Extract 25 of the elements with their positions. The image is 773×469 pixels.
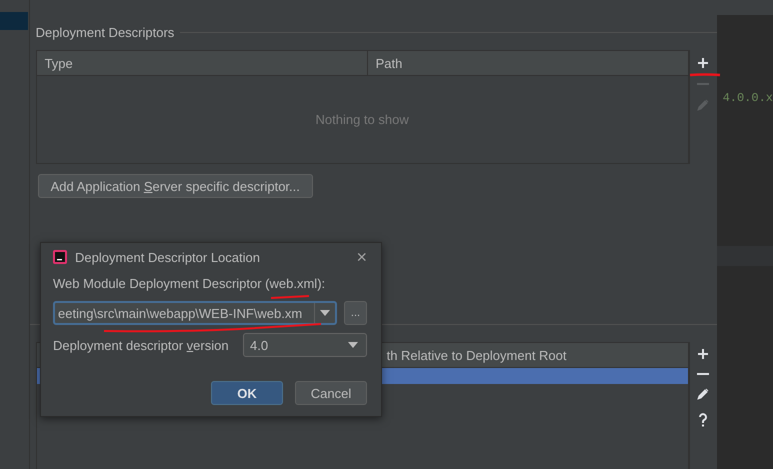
annotation-underline — [270, 295, 310, 299]
annotation-underline — [690, 73, 720, 76]
cancel-button[interactable]: Cancel — [295, 381, 367, 405]
browse-button[interactable]: ... — [344, 301, 367, 325]
add-icon[interactable] — [697, 57, 710, 69]
help-icon[interactable] — [698, 413, 708, 427]
section-title: Deployment Descriptors — [36, 24, 174, 40]
field-label: Web Module Deployment Descriptor (web.xml): — [53, 276, 326, 291]
column-header[interactable]: th Relative to Deployment Root — [386, 348, 567, 362]
sidebar-selection — [0, 12, 28, 30]
column-header[interactable]: Path — [368, 51, 688, 75]
version-dropdown[interactable]: 4.0 — [243, 333, 367, 357]
dialog-title: Deployment Descriptor Location — [75, 250, 261, 264]
empty-message: Nothing to show — [315, 112, 409, 127]
column-header[interactable]: Type — [36, 51, 368, 75]
dropdown-icon[interactable] — [348, 342, 358, 348]
field-label: Deployment descriptor version — [53, 338, 230, 352]
add-descriptor-button[interactable]: Add Application Server specific descriptor... — [38, 174, 313, 198]
path-combo-field[interactable]: eeting\src\main\webapp\WEB-INF\web.xm — [53, 301, 337, 325]
add-icon[interactable] — [697, 348, 710, 360]
code-text: 4.0.0.x — [722, 91, 773, 105]
close-icon[interactable]: × — [356, 248, 367, 266]
ok-button[interactable]: OK — [211, 381, 283, 405]
dropdown-icon[interactable] — [320, 310, 330, 316]
app-logo-icon — [53, 250, 67, 264]
